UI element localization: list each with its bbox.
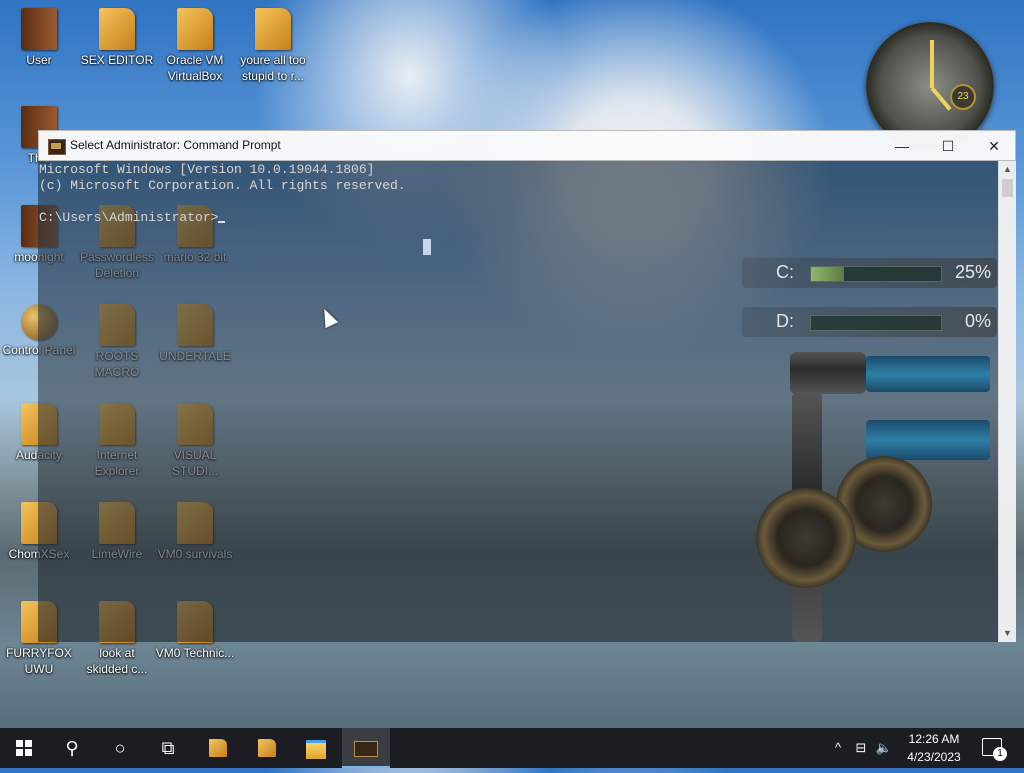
desktop-icon[interactable]: SEX EDITOR bbox=[77, 8, 157, 68]
maximize-button[interactable]: ☐ bbox=[925, 131, 971, 161]
cmd-icon bbox=[354, 741, 378, 757]
windows-logo-icon bbox=[16, 740, 32, 756]
desktop-icon[interactable]: User bbox=[0, 8, 79, 68]
desktop-icon-label: youre all too stupid to r... bbox=[240, 53, 306, 83]
drive-bar bbox=[810, 315, 942, 331]
drive-gauge-c: C: 25% bbox=[742, 258, 997, 288]
desktop-icon-label: Oracle VM VirtualBox bbox=[166, 53, 224, 83]
scroll-thumb[interactable] bbox=[1002, 179, 1013, 197]
pipe-tube bbox=[866, 420, 990, 460]
taskbar-app-folder[interactable] bbox=[194, 728, 242, 768]
clock-date: 4/23/2023 bbox=[907, 750, 961, 764]
desktop-icon-label: SEX EDITOR bbox=[80, 53, 154, 67]
drive-gauge-d: D: 0% bbox=[742, 307, 997, 337]
scroll-up-arrow-icon[interactable]: ▲ bbox=[999, 161, 1016, 178]
console-line: Microsoft Windows [Version 10.0.19044.18… bbox=[39, 162, 375, 177]
show-hidden-icons[interactable]: ^ bbox=[828, 728, 848, 768]
minimize-button[interactable]: — bbox=[879, 131, 925, 161]
desktop-icon-label: VM0 Technic... bbox=[155, 646, 235, 660]
drive-bar-fill bbox=[811, 267, 844, 281]
selection-cursor bbox=[423, 239, 431, 255]
file-icon bbox=[177, 8, 213, 50]
drive-label: D: bbox=[776, 311, 794, 331]
window-titlebar[interactable]: Select Administrator: Command Prompt — ☐… bbox=[38, 130, 1016, 161]
taskbar-file-explorer[interactable] bbox=[292, 728, 340, 768]
clock-hour-hand bbox=[930, 40, 934, 88]
clock-day: 23 bbox=[950, 84, 976, 110]
drive-label: C: bbox=[776, 262, 794, 282]
file-icon bbox=[99, 8, 135, 50]
start-button[interactable] bbox=[0, 728, 48, 768]
cortana-icon: ○ bbox=[114, 738, 126, 758]
taskbar-app-folder[interactable] bbox=[243, 728, 291, 768]
desktop-icon[interactable]: youre all too stupid to r... bbox=[233, 8, 313, 84]
desktop-icon-label: FURRYFOX UWU bbox=[6, 646, 72, 676]
drive-percent: 25% bbox=[954, 262, 991, 282]
notification-count: 1 bbox=[993, 747, 1007, 761]
clock-time: 12:26 AM bbox=[908, 732, 960, 746]
drive-percent: 0% bbox=[964, 311, 991, 331]
network-icon[interactable]: ⊟ bbox=[850, 728, 872, 768]
cmd-icon bbox=[48, 139, 66, 155]
window-title: Select Administrator: Command Prompt bbox=[70, 138, 281, 152]
console-line: (c) Microsoft Corporation. All rights re… bbox=[39, 178, 406, 193]
console-prompt: C:\Users\Administrator> bbox=[39, 210, 219, 225]
user-folder-icon bbox=[21, 8, 57, 50]
folder-icon bbox=[258, 739, 276, 757]
task-view-icon: ⧉ bbox=[161, 738, 175, 758]
desktop-icon-label: look at skidded c... bbox=[86, 646, 148, 676]
task-view-button[interactable]: ⧉ bbox=[144, 728, 192, 768]
cortana-button[interactable]: ○ bbox=[96, 728, 144, 768]
folder-icon bbox=[209, 739, 227, 757]
file-icon bbox=[255, 8, 291, 50]
console-area[interactable]: Microsoft Windows [Version 10.0.19044.18… bbox=[38, 161, 998, 642]
system-clock[interactable]: 12:26 AM 4/23/2023 bbox=[890, 730, 978, 766]
notification-center-icon[interactable]: 1 bbox=[982, 738, 1007, 761]
pipe-joint bbox=[790, 352, 866, 394]
taskbar-command-prompt[interactable] bbox=[342, 728, 390, 768]
text-cursor bbox=[218, 221, 226, 223]
scroll-down-arrow-icon[interactable]: ▼ bbox=[999, 625, 1016, 642]
vertical-scrollbar[interactable]: ▲ ▼ bbox=[998, 161, 1016, 642]
search-icon: ⚲ bbox=[65, 738, 79, 758]
file-explorer-icon bbox=[306, 740, 326, 759]
search-button[interactable]: ⚲ bbox=[48, 728, 96, 768]
taskbar: ⚲ ○ ⧉ ^ ⊟ 🔈 12:26 AM 4/23/2023 1 bbox=[0, 728, 1024, 768]
drive-bar bbox=[810, 266, 942, 282]
close-button[interactable]: ✕ bbox=[971, 131, 1017, 161]
gauge-dial-icon bbox=[756, 488, 856, 588]
pipe-tube bbox=[866, 356, 990, 392]
console-output: Microsoft Windows [Version 10.0.19044.18… bbox=[38, 161, 406, 226]
desktop-icon-label: User bbox=[26, 53, 52, 67]
desktop-icon[interactable]: Oracle VM VirtualBox bbox=[155, 8, 235, 84]
